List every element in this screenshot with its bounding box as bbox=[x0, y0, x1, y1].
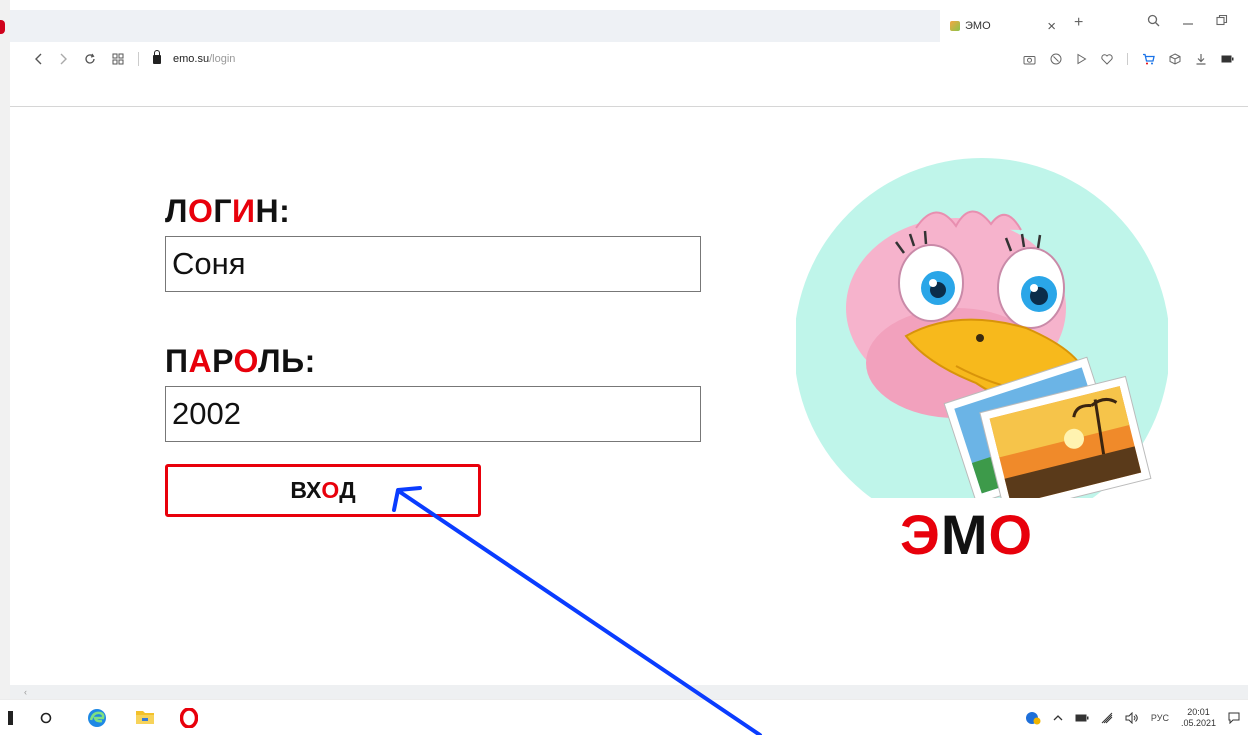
address-separator bbox=[138, 52, 139, 66]
clock-time: 20:01 bbox=[1187, 707, 1210, 717]
camera-icon[interactable] bbox=[1023, 54, 1036, 65]
cart-icon[interactable] bbox=[1142, 53, 1155, 65]
tab-strip-background bbox=[10, 10, 940, 42]
site-favicon-icon bbox=[950, 21, 960, 31]
app-indicator bbox=[0, 20, 5, 34]
browser-tab[interactable]: ЭМО × bbox=[944, 12, 1064, 40]
speed-dial-icon[interactable] bbox=[112, 53, 124, 65]
new-tab-button[interactable]: + bbox=[1074, 14, 1083, 32]
address-bar-divider bbox=[10, 106, 1248, 107]
brand-letter: О bbox=[988, 503, 1034, 566]
password-input[interactable]: 2002 bbox=[165, 386, 701, 442]
notifications-icon[interactable] bbox=[1228, 712, 1240, 724]
search-taskbar-icon[interactable] bbox=[40, 712, 52, 724]
tab-title: ЭМО bbox=[965, 20, 991, 32]
window-controls bbox=[1147, 14, 1228, 27]
url-host: emo.su bbox=[173, 53, 210, 65]
ostrich-logo-image bbox=[796, 158, 1168, 498]
password-label-part: О bbox=[233, 343, 259, 379]
battery-tray-icon[interactable] bbox=[1075, 714, 1089, 722]
login-label: ЛОГИН: bbox=[165, 193, 290, 230]
login-button[interactable]: ВХ О Д bbox=[165, 464, 481, 517]
login-label-part: Н: bbox=[255, 193, 291, 229]
wifi-icon[interactable] bbox=[1101, 712, 1113, 724]
brand-letter: М bbox=[940, 503, 989, 566]
box-icon[interactable] bbox=[1169, 53, 1181, 65]
tab-close-button[interactable]: × bbox=[1047, 18, 1056, 35]
horizontal-scrollbar[interactable]: ‹ bbox=[10, 685, 1248, 699]
password-label: ПАРОЛЬ: bbox=[165, 343, 316, 380]
login-button-part: ВХ bbox=[290, 477, 322, 503]
login-input[interactable]: Соня bbox=[165, 236, 701, 292]
taskbar: РУС 20:01 .05.2021 bbox=[0, 699, 1248, 735]
toolbar-separator bbox=[1127, 53, 1128, 65]
volume-icon[interactable] bbox=[1125, 712, 1139, 724]
url-field[interactable]: emo.su/login bbox=[173, 53, 235, 65]
minimize-icon[interactable] bbox=[1182, 14, 1194, 27]
login-label-part: И bbox=[231, 193, 256, 229]
language-indicator[interactable]: РУС bbox=[1151, 713, 1169, 723]
brand-logo-text: ЭМО bbox=[900, 502, 1033, 567]
login-button-part: Д bbox=[339, 477, 356, 503]
help-icon[interactable] bbox=[1025, 711, 1041, 725]
login-label-part: Г bbox=[213, 193, 232, 229]
login-label-part: Л bbox=[165, 193, 188, 229]
restore-icon[interactable] bbox=[1216, 14, 1228, 27]
clock[interactable]: 20:01 .05.2021 bbox=[1181, 707, 1216, 729]
forward-icon[interactable] bbox=[59, 53, 68, 65]
battery-icon[interactable] bbox=[1221, 55, 1234, 63]
player-icon[interactable] bbox=[1076, 53, 1087, 65]
back-icon[interactable] bbox=[34, 53, 43, 65]
password-label-part: ЛЬ: bbox=[258, 343, 316, 379]
login-label-part: О bbox=[187, 193, 214, 229]
opera-icon[interactable] bbox=[180, 708, 198, 728]
login-input-value: Соня bbox=[172, 246, 246, 281]
toolbar-icons bbox=[1023, 53, 1234, 65]
clock-date: .05.2021 bbox=[1180, 718, 1216, 728]
brand-letter: Э bbox=[900, 503, 941, 566]
heart-icon[interactable] bbox=[1101, 53, 1113, 65]
start-icon[interactable] bbox=[8, 711, 14, 725]
password-label-part: П bbox=[165, 343, 189, 379]
password-label-part: Р bbox=[212, 343, 234, 379]
address-bar: emo.su/login bbox=[10, 42, 1248, 76]
reload-icon[interactable] bbox=[84, 53, 96, 65]
url-path: /login bbox=[209, 53, 236, 65]
download-icon[interactable] bbox=[1195, 53, 1207, 65]
edge-browser-icon[interactable] bbox=[87, 708, 107, 728]
chevron-up-icon[interactable] bbox=[1053, 714, 1063, 722]
adblock-icon[interactable] bbox=[1050, 53, 1062, 65]
password-input-value: 2002 bbox=[172, 396, 241, 431]
file-explorer-icon[interactable] bbox=[135, 708, 155, 726]
password-label-part: А bbox=[188, 343, 213, 379]
lock-icon[interactable] bbox=[153, 49, 161, 64]
search-icon[interactable] bbox=[1147, 14, 1160, 27]
login-button-part: О bbox=[321, 477, 340, 503]
system-tray: РУС 20:01 .05.2021 bbox=[1025, 707, 1240, 729]
screenshot-root: ЭМО × + emo.su/login ЛОГИН: Соня ПАРОЛЬ:… bbox=[0, 0, 1248, 735]
window-left-edge bbox=[0, 0, 10, 735]
